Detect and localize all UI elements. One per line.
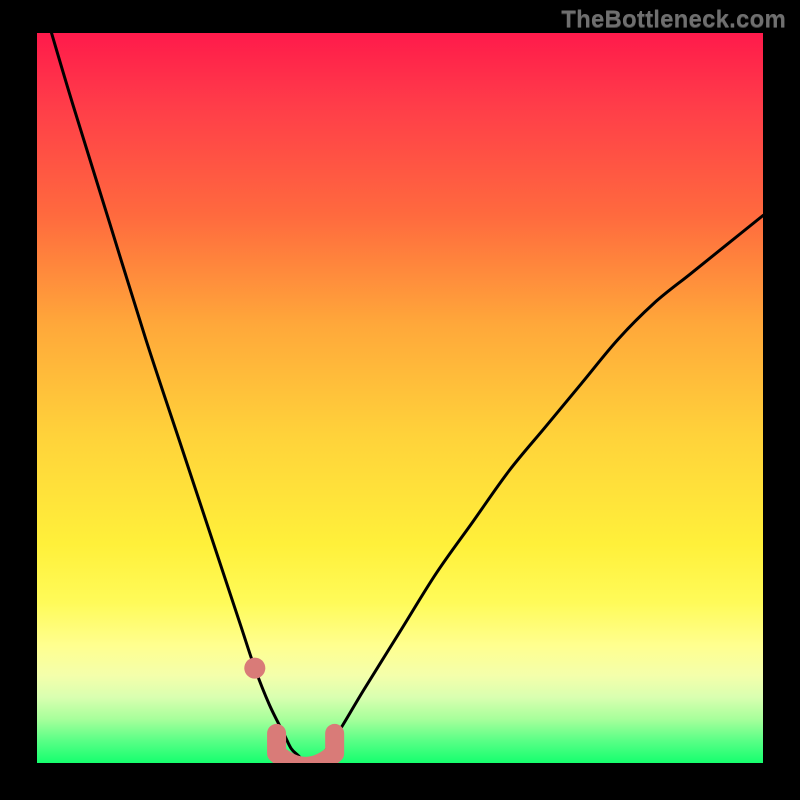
marker-u — [277, 733, 335, 763]
curve-layer — [37, 33, 763, 763]
bottleneck-curve — [52, 33, 763, 763]
marker-left-dot — [244, 658, 265, 679]
chart-frame: TheBottleneck.com — [0, 0, 800, 800]
plot-area — [37, 33, 763, 763]
watermark-text: TheBottleneck.com — [561, 6, 786, 34]
